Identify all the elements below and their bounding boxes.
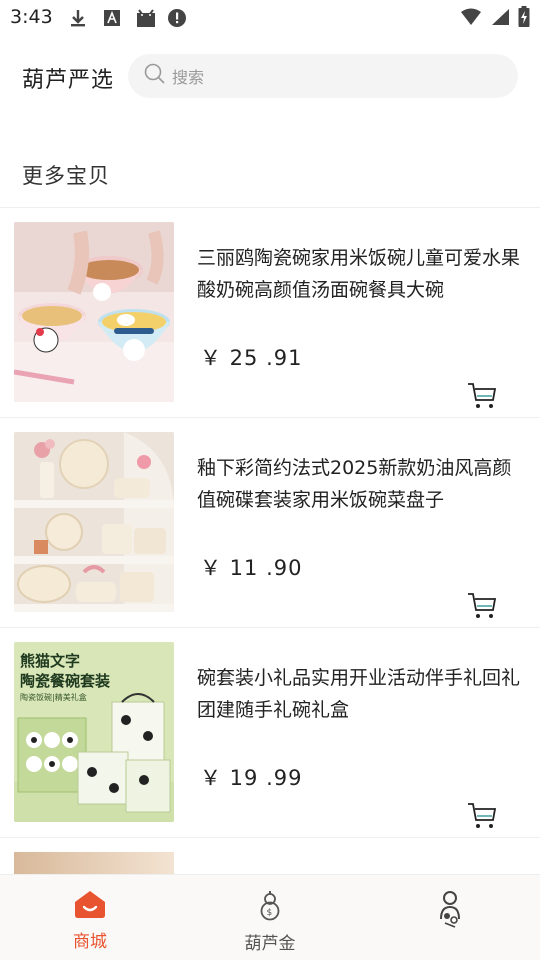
image-text-line3: 陶瓷饭碗|精美礼盒 [20,692,87,702]
product-price: ￥ 19 .99 [200,766,303,790]
nav-item-mall[interactable]: 商城 [30,889,150,952]
product-image[interactable]: 熊猫文字 陶瓷餐碗套装 陶瓷饭碗|精美礼盒 [14,642,174,822]
home-icon [72,891,108,923]
font-app-icon [102,8,122,28]
product-card[interactable]: 釉下彩简约法式2025新款奶油风高颜值碗碟套装家用米饭碗菜盘子 ￥ 11 .90 [0,418,540,628]
nav-label-mall: 商城 [73,932,107,952]
status-right-icons [460,6,530,32]
gourd-icon: $ [255,891,285,925]
nav-label-gold: 葫芦金 [244,934,296,954]
product-image[interactable] [14,222,174,402]
wifi-icon [460,8,482,30]
search-input[interactable]: 搜索 [128,54,518,98]
product-title[interactable]: 碗套装小礼品实用开业活动伴手礼回礼团建随手礼碗礼盒 [197,662,527,726]
product-image[interactable] [14,432,174,612]
product-price: ￥ 11 .90 [200,556,303,580]
status-bar: 3:43 [0,0,540,36]
nav-item-profile[interactable] [390,889,510,937]
app-title: 葫芦严选 [22,68,115,93]
image-text-line1: 熊猫文字 [20,652,80,670]
profile-icon [435,891,465,933]
cart-icon[interactable] [466,381,498,411]
nav-item-gold[interactable]: $ 葫芦金 [210,889,330,954]
product-card[interactable] [0,838,540,878]
header: 葫芦严选 搜索 [0,46,540,106]
product-list: 三丽鸥陶瓷碗家用米饭碗儿童可爱水果酸奶碗高颜值汤面碗餐具大碗 ￥ 25 .91 [0,208,540,878]
product-title[interactable]: 三丽鸥陶瓷碗家用米饭碗儿童可爱水果酸奶碗高颜值汤面碗餐具大碗 [197,242,527,306]
signal-icon [490,8,510,30]
android-icon [134,8,158,28]
image-text-line2: 陶瓷餐碗套装 [20,672,111,690]
download-icon [68,8,88,28]
svg-text:$: $ [267,908,273,918]
cart-icon[interactable] [466,801,498,831]
search-placeholder: 搜索 [172,68,205,87]
battery-icon [518,6,530,32]
product-card[interactable]: 熊猫文字 陶瓷餐碗套装 陶瓷饭碗|精美礼盒 碗套装小礼品实用开业活动伴手礼回礼团… [0,628,540,838]
section-title: 更多宝贝 [22,164,110,188]
alert-icon [167,8,187,28]
app-screen: 3:43 葫芦严选 搜索 更多宝贝 三丽鸥陶瓷碗家用米饭碗儿童可爱水果酸奶碗高颜… [0,0,540,960]
product-price: ￥ 25 .91 [200,346,303,370]
product-card[interactable]: 三丽鸥陶瓷碗家用米饭碗儿童可爱水果酸奶碗高颜值汤面碗餐具大碗 ￥ 25 .91 [0,208,540,418]
status-time: 3:43 [10,6,53,28]
product-title[interactable]: 釉下彩简约法式2025新款奶油风高颜值碗碟套装家用米饭碗菜盘子 [197,452,527,516]
search-icon [144,63,166,89]
cart-icon[interactable] [466,591,498,621]
bottom-nav: 商城 $ 葫芦金 [0,874,540,960]
